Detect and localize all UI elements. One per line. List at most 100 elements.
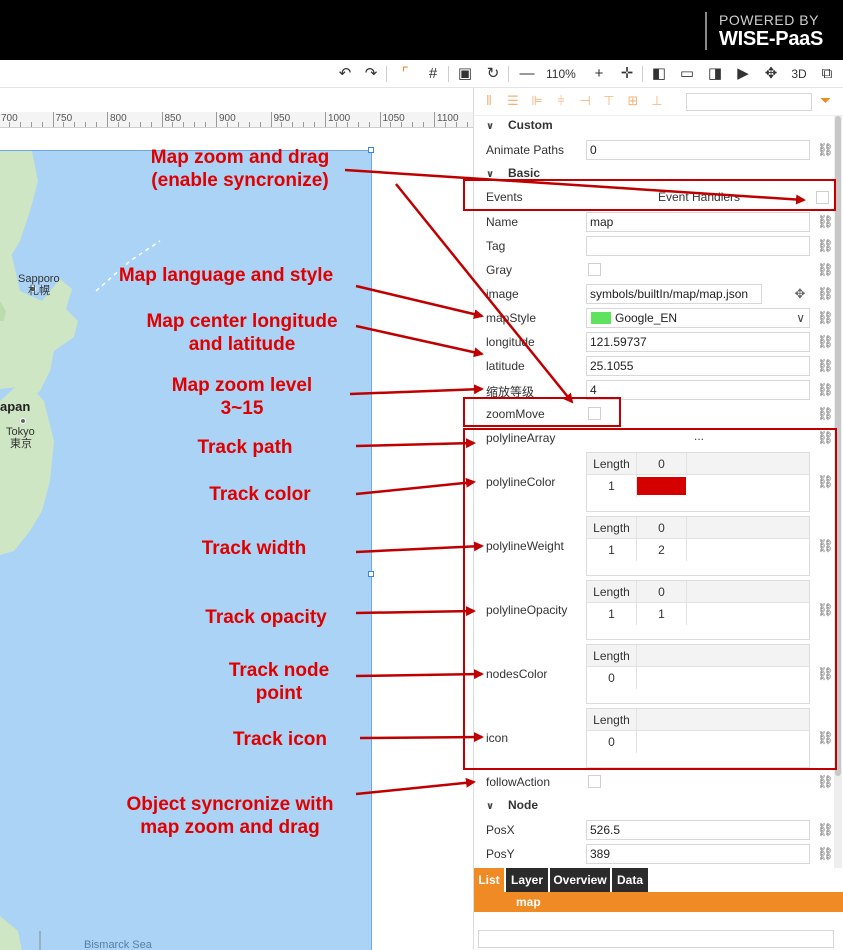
annotation-track-node: Track node point (194, 659, 364, 705)
link-icon[interactable]: ⛓ (817, 407, 834, 421)
fullscreen-icon[interactable]: ⧉ (818, 65, 836, 83)
filter-icon[interactable]: ⏷ (820, 92, 831, 109)
annotation-lang-style: Map language and style (118, 265, 334, 286)
land-honshu-north (0, 151, 38, 263)
mapstyle-color-swatch (591, 312, 611, 324)
annotation-line: Object syncronize with (126, 794, 334, 815)
tab-data[interactable]: Data (612, 868, 648, 892)
section-basic[interactable]: ∨ Basic (486, 166, 540, 180)
latitude-input[interactable]: 25.1055 (586, 356, 810, 376)
zoom-level[interactable]: 110% (546, 65, 576, 83)
align-toolbar: ⫴ ☰ ⊫ ⫩ ⊣ ⊤ ⊞ ⊥ ⏷ (474, 88, 843, 116)
select-icon[interactable]: ⌜ (396, 65, 414, 83)
label-sapporo: Sapporo (18, 273, 60, 285)
layout-full-icon[interactable]: ▭ (678, 65, 696, 83)
align-center-icon[interactable]: ☰ (506, 94, 520, 108)
label-japan: apan (0, 399, 31, 414)
brand-logo: POWERED BY WISE-PaaS (705, 12, 829, 50)
image-input[interactable]: symbols/builtIn/map/map.json (586, 284, 762, 304)
annotation-line: Map zoom level (171, 375, 313, 396)
link-icon[interactable]: ⛓ (817, 823, 834, 837)
link-icon[interactable]: ⛓ (817, 263, 834, 277)
section-basic-title: Basic (508, 166, 541, 180)
link-icon[interactable]: ⛓ (817, 239, 834, 253)
distribute-v-icon[interactable]: ⊥ (650, 94, 664, 108)
zoom-out-icon[interactable]: — (518, 65, 536, 83)
align-middle-icon[interactable]: ⊤ (602, 94, 616, 108)
highlight-zoommove (463, 397, 621, 427)
layout-right-icon[interactable]: ◨ (706, 65, 724, 83)
annotation-line: map zoom and drag (140, 817, 320, 838)
align-right-icon[interactable]: ⊫ (530, 94, 544, 108)
highlight-events (463, 179, 836, 211)
resize-handle-top-right[interactable] (368, 147, 374, 153)
followaction-checkbox[interactable] (588, 775, 601, 788)
list-item-selected[interactable]: map (474, 892, 843, 912)
followaction-label: followAction (486, 775, 551, 789)
section-custom-title: Custom (508, 118, 553, 132)
chevron-down-icon: ∨ (486, 801, 495, 812)
redo-icon[interactable]: ↷ (362, 65, 380, 83)
zoom-in-icon[interactable]: + (590, 65, 608, 83)
property-filter-input[interactable] (686, 93, 812, 111)
toolbar-divider (386, 66, 387, 82)
mapstyle-value: Google_EN (615, 311, 678, 325)
mapstyle-select[interactable]: Google_EN ∨ (586, 308, 810, 328)
link-icon[interactable]: ⛓ (817, 847, 834, 861)
annotation-line: 3~15 (220, 398, 264, 419)
annotation-track-opacity: Track opacity (205, 607, 327, 628)
list-search-input[interactable] (478, 930, 834, 948)
animate-paths-label: Animate Paths (486, 143, 565, 157)
link-icon[interactable]: ⛓ (817, 287, 834, 301)
tab-layer[interactable]: Layer (506, 868, 548, 892)
name-label: Name (486, 215, 519, 229)
align-top-icon[interactable]: ⊣ (578, 94, 592, 108)
center-icon[interactable]: ✛ (618, 65, 636, 83)
longitude-label: longitude (486, 335, 535, 349)
name-input[interactable]: map (586, 212, 810, 232)
distribute-h-icon[interactable]: ⫩ (554, 94, 568, 108)
link-icon[interactable]: ⛓ (817, 143, 834, 157)
section-custom[interactable]: ∨ Custom (486, 118, 553, 132)
align-left-icon[interactable]: ⫴ (482, 94, 496, 108)
annotation-line: and latitude (188, 334, 296, 355)
resize-handle-right[interactable] (368, 571, 374, 577)
move-icon[interactable]: ✥ (793, 287, 807, 301)
tab-list[interactable]: List (474, 868, 504, 892)
posx-input[interactable]: 526.5 (586, 820, 810, 840)
link-icon[interactable]: ⛓ (817, 215, 834, 229)
label-tokyo: Tokyo (6, 426, 35, 438)
save-icon[interactable]: ▣ (456, 65, 474, 83)
layout-left-icon[interactable]: ◧ (650, 65, 668, 83)
grid-icon[interactable]: # (424, 65, 442, 83)
label-bismarck-sea: Bismarck Sea (84, 939, 152, 950)
gray-checkbox[interactable] (588, 263, 601, 276)
longitude-input[interactable]: 121.59737 (586, 332, 810, 352)
link-icon[interactable]: ⛓ (817, 311, 834, 325)
refresh-icon[interactable]: ↻ (484, 65, 502, 83)
link-icon[interactable]: ⛓ (817, 383, 834, 397)
align-bottom-icon[interactable]: ⊞ (626, 94, 640, 108)
play-icon[interactable]: ▶ (734, 65, 752, 83)
posy-input[interactable]: 389 (586, 844, 810, 864)
link-icon[interactable]: ⛓ (817, 335, 834, 349)
posy-label: PosY (486, 847, 515, 861)
city-dot-tokyo (20, 418, 26, 424)
link-icon[interactable]: ⛓ (817, 775, 834, 789)
brand-powered-by: POWERED BY (719, 12, 819, 28)
animate-paths-input[interactable]: 0 (586, 140, 810, 160)
annotation-zoom-drag: Map zoom and drag (enable syncronize) (125, 146, 355, 192)
link-icon[interactable]: ⛓ (817, 359, 834, 373)
section-node[interactable]: ∨ Node (486, 798, 538, 812)
annotation-sync-object: Object syncronize with map zoom and drag (90, 793, 370, 839)
bottom-tabs: List Layer Overview Data (474, 868, 843, 892)
tab-overview[interactable]: Overview (550, 868, 610, 892)
undo-icon[interactable]: ↶ (336, 65, 354, 83)
3d-icon[interactable]: 3D (790, 65, 808, 83)
image-label: image (486, 287, 519, 301)
label-tokyo-jp: 東京 (10, 438, 32, 450)
move-icon[interactable]: ✥ (762, 65, 780, 83)
annotation-track-color: Track color (209, 484, 311, 505)
annotation-line: Map zoom and drag (150, 147, 330, 168)
tag-input[interactable] (586, 236, 810, 256)
